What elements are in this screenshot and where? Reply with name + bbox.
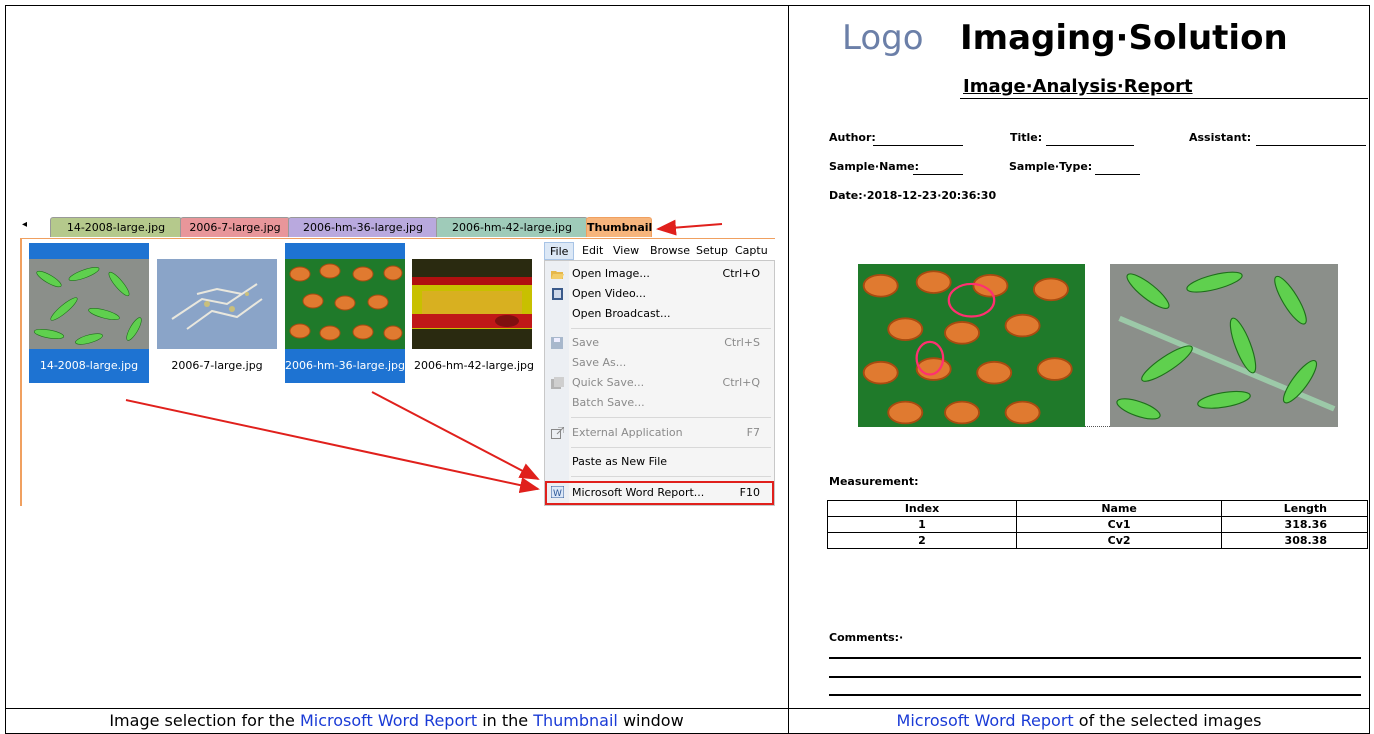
comments-label: Comments:·	[829, 631, 904, 644]
table-header-length: Length	[1221, 500, 1368, 517]
sample-name-underline	[913, 174, 963, 175]
comment-line	[829, 657, 1361, 659]
arrow-from-thumb-3	[371, 391, 540, 480]
measurement-label: Measurement:	[829, 475, 919, 488]
comment-line	[829, 694, 1361, 696]
measurement-table: Index Name Length 1 Cv1 318.36 2 Cv2 308…	[827, 500, 1368, 549]
comment-line	[829, 676, 1361, 678]
report-image-diatoms	[1110, 264, 1338, 427]
report-logo: Logo	[842, 18, 924, 58]
arrow-to-thumbnail-tab	[656, 219, 723, 236]
table-row: 1 Cv1 318.36	[827, 516, 1368, 533]
annotation-arrows	[125, 219, 723, 494]
author-underline	[873, 145, 963, 146]
table-header-index: Index	[827, 500, 1017, 517]
table-cell: Cv1	[1015, 516, 1223, 533]
word-report-link[interactable]: Microsoft Word Report	[897, 711, 1074, 730]
table-cell: 308.38	[1221, 532, 1368, 549]
table-cell: Cv2	[1015, 532, 1223, 549]
table-cell: 318.36	[1221, 516, 1368, 533]
table-header-name: Name	[1015, 500, 1223, 517]
sample-type-label: Sample·Type:	[1009, 160, 1093, 173]
report-date: Date:·2018-12-23·20:36:30	[829, 189, 997, 202]
image-connector-line	[1085, 426, 1110, 427]
assistant-label: Assistant:	[1189, 131, 1252, 144]
sample-name-label: Sample·Name:	[829, 160, 920, 173]
author-label: Author:	[829, 131, 876, 144]
arrow-from-thumb-1	[125, 399, 540, 494]
table-cell: 1	[827, 516, 1017, 533]
right-caption: Microsoft Word Report of the selected im…	[789, 711, 1369, 730]
sample-type-underline	[1095, 174, 1140, 175]
caption-text: of the selected images	[1073, 711, 1262, 730]
report-title: Imaging·Solution	[960, 18, 1288, 58]
title-label: Title:	[1010, 131, 1043, 144]
table-cell: 2	[827, 532, 1017, 549]
report-subtitle: Image·Analysis·Report	[963, 76, 1193, 97]
title-underline	[1046, 145, 1134, 146]
assistant-underline	[1256, 145, 1366, 146]
report-image-cells	[858, 264, 1085, 427]
table-header-row: Index Name Length	[827, 500, 1368, 517]
header-rule	[960, 98, 1368, 99]
table-row: 2 Cv2 308.38	[827, 532, 1368, 549]
